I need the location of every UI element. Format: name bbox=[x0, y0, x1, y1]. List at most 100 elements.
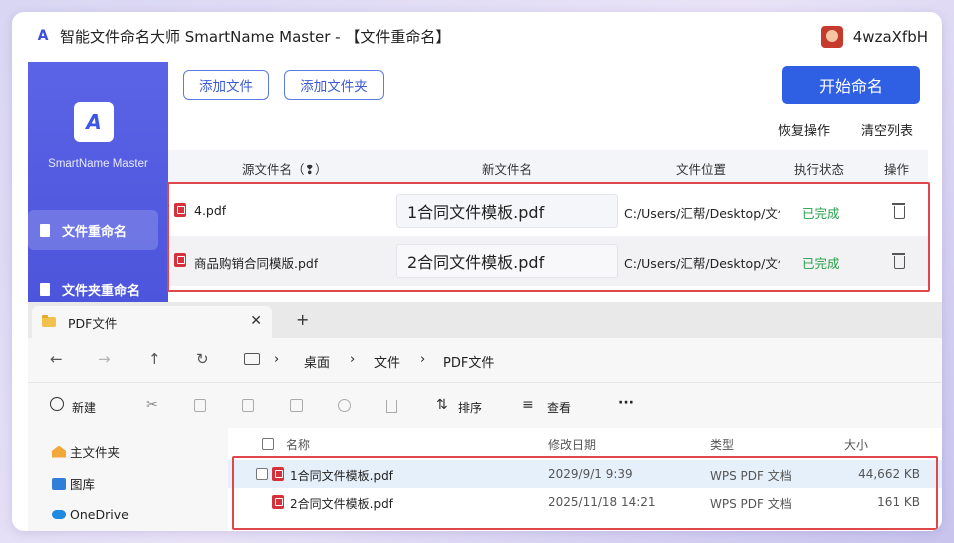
breadcrumb-files[interactable]: 文件 bbox=[374, 352, 400, 371]
add-folder-button[interactable]: 添加文件夹 bbox=[284, 70, 384, 100]
col-action: 操作 bbox=[884, 162, 910, 177]
breadcrumb-desktop[interactable]: 桌面 bbox=[304, 352, 330, 371]
restore-button[interactable]: 恢复操作 bbox=[778, 120, 830, 139]
home-icon bbox=[52, 445, 66, 458]
file-size: 44,662 KB bbox=[858, 467, 920, 481]
file-location: C:/Users/汇帮/Desktop/文件 bbox=[624, 256, 780, 271]
col-name[interactable]: 名称 bbox=[286, 436, 310, 453]
sidebar-item-label: 文件夹重命名 bbox=[62, 283, 141, 299]
document-icon bbox=[40, 223, 50, 237]
col-source[interactable]: 源文件名（❢） bbox=[242, 159, 327, 178]
col-type[interactable]: 类型 bbox=[710, 436, 734, 453]
col-new-name: 新文件名 bbox=[482, 162, 533, 177]
status-badge: 已完成 bbox=[802, 256, 840, 271]
table-row: 商品购销合同模版.pdf 2合同文件模板.pdf C:/Users/汇帮/Des… bbox=[168, 236, 928, 286]
computer-icon[interactable] bbox=[244, 353, 260, 365]
new-filename-field[interactable]: 2合同文件模板.pdf bbox=[396, 244, 618, 278]
explorer-nav-bar: ← → ↑ ↻ › 桌面 › 文件 › PDF文件 bbox=[28, 338, 942, 382]
nav-home[interactable]: 主文件夹 bbox=[52, 442, 120, 461]
nav-onedrive[interactable]: OneDrive bbox=[52, 508, 129, 521]
rename-icon[interactable] bbox=[290, 399, 303, 412]
sort-button[interactable]: 排序 bbox=[458, 399, 482, 416]
onedrive-icon bbox=[52, 510, 66, 519]
copy-icon[interactable] bbox=[194, 399, 206, 412]
up-arrow-icon[interactable]: ↑ bbox=[148, 350, 161, 368]
refresh-icon[interactable]: ↻ bbox=[196, 350, 209, 368]
breadcrumb-separator: › bbox=[350, 352, 356, 367]
user-account[interactable]: 4wzaXfbH bbox=[820, 26, 928, 48]
title-bar: A 智能文件命名大师 SmartName Master - 【文件重命名】 bbox=[12, 12, 942, 60]
app-logo-icon: A bbox=[37, 28, 49, 44]
start-rename-button[interactable]: 开始命名 bbox=[782, 66, 920, 104]
view-icon[interactable]: ≡ bbox=[522, 397, 534, 413]
new-button[interactable]: 新建 bbox=[72, 399, 96, 416]
cut-icon[interactable]: ✂ bbox=[146, 397, 158, 413]
forward-arrow-icon[interactable]: → bbox=[98, 350, 111, 368]
col-modified[interactable]: 修改日期 bbox=[548, 436, 596, 453]
col-status: 执行状态 bbox=[794, 162, 845, 177]
window-title: 智能文件命名大师 SmartName Master - 【文件重命名】 bbox=[60, 27, 451, 46]
breadcrumb-separator: › bbox=[274, 352, 280, 367]
tab-pdf-folder[interactable]: PDF文件 ✕ bbox=[32, 306, 272, 338]
explorer-tab-bar: PDF文件 ✕ + bbox=[28, 302, 942, 338]
avatar bbox=[820, 26, 843, 48]
file-list: 名称 修改日期 类型 大小 1合同文件模板.pdf 2029/9/1 9:39 … bbox=[228, 428, 942, 531]
file-modified: 2025/11/18 14:21 bbox=[548, 495, 656, 509]
sidebar: A SmartName Master 文件重命名 文件夹重命名 bbox=[28, 62, 168, 302]
source-filename: 商品购销合同模版.pdf bbox=[194, 256, 319, 271]
tab-title: PDF文件 bbox=[68, 315, 118, 331]
file-explorer-window: PDF文件 ✕ + ← → ↑ ↻ › 桌面 › 文件 › PDF文件 新建 ✂ bbox=[28, 302, 942, 531]
table-row: 4.pdf 1合同文件模板.pdf C:/Users/汇帮/Desktop/文件… bbox=[168, 186, 928, 236]
file-type: WPS PDF 文档 bbox=[710, 497, 792, 511]
nav-gallery[interactable]: 图库 bbox=[52, 474, 95, 493]
app-logo: A bbox=[74, 102, 114, 142]
breadcrumb-separator: › bbox=[420, 352, 426, 367]
new-plus-icon[interactable] bbox=[50, 397, 64, 411]
file-row[interactable]: 2合同文件模板.pdf 2025/11/18 14:21 WPS PDF 文档 … bbox=[228, 488, 942, 516]
file-modified: 2029/9/1 9:39 bbox=[548, 467, 633, 481]
delete-icon[interactable] bbox=[892, 203, 905, 219]
col-size[interactable]: 大小 bbox=[844, 436, 868, 453]
source-filename: 4.pdf bbox=[194, 203, 227, 218]
view-button[interactable]: 查看 bbox=[547, 399, 571, 416]
username: 4wzaXfbH bbox=[852, 28, 928, 46]
file-row[interactable]: 1合同文件模板.pdf 2029/9/1 9:39 WPS PDF 文档 44,… bbox=[228, 460, 942, 488]
pdf-file-icon bbox=[174, 203, 186, 217]
add-file-button[interactable]: 添加文件 bbox=[183, 70, 269, 100]
sidebar-item-label: 文件重命名 bbox=[62, 224, 128, 240]
new-tab-icon[interactable]: + bbox=[296, 310, 309, 329]
navigation-pane: 主文件夹 图库 OneDrive bbox=[28, 428, 228, 531]
clear-list-button[interactable]: 清空列表 bbox=[861, 120, 913, 139]
pdf-file-icon bbox=[272, 467, 284, 481]
new-filename-field[interactable]: 1合同文件模板.pdf bbox=[396, 194, 618, 228]
nav-item-label: OneDrive bbox=[70, 508, 129, 521]
sidebar-item-file-rename[interactable]: 文件重命名 bbox=[28, 210, 158, 250]
app-window: A 智能文件命名大师 SmartName Master - 【文件重命名】 4w… bbox=[12, 12, 942, 531]
document-icon bbox=[40, 282, 50, 296]
more-options-icon[interactable]: ··· bbox=[618, 395, 634, 411]
back-arrow-icon[interactable]: ← bbox=[50, 350, 63, 368]
brand-name: SmartName Master bbox=[48, 158, 148, 170]
gallery-icon bbox=[52, 477, 66, 490]
pdf-file-icon bbox=[174, 253, 186, 267]
pdf-file-icon bbox=[272, 495, 284, 509]
file-name: 2合同文件模板.pdf bbox=[290, 497, 393, 511]
status-badge: 已完成 bbox=[802, 206, 840, 221]
delete-icon[interactable] bbox=[386, 400, 397, 413]
nav-item-label: 图库 bbox=[70, 477, 96, 492]
select-all-checkbox[interactable] bbox=[262, 438, 274, 450]
logo-glyph: A bbox=[86, 110, 102, 134]
sort-icon[interactable]: ⇅ bbox=[436, 397, 448, 413]
breadcrumb-pdf[interactable]: PDF文件 bbox=[443, 352, 494, 371]
paste-icon[interactable] bbox=[242, 399, 254, 412]
file-name: 1合同文件模板.pdf bbox=[290, 469, 393, 483]
table-header: 源文件名（❢） 新文件名 文件位置 执行状态 操作 bbox=[168, 150, 928, 182]
col-location: 文件位置 bbox=[676, 162, 727, 177]
folder-icon bbox=[42, 315, 56, 327]
nav-item-label: 主文件夹 bbox=[70, 445, 121, 460]
close-icon[interactable]: ✕ bbox=[250, 313, 262, 329]
share-icon[interactable] bbox=[338, 399, 351, 412]
explorer-toolbar: 新建 ✂ ⇅ 排序 ≡ 查看 ··· bbox=[28, 382, 942, 428]
delete-icon[interactable] bbox=[892, 253, 905, 269]
row-checkbox[interactable] bbox=[256, 468, 268, 480]
